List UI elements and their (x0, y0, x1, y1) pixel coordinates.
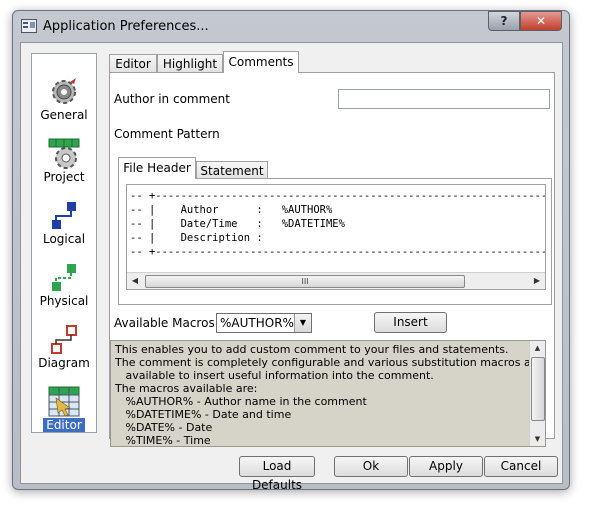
tab-editor[interactable]: Editor (109, 54, 157, 72)
help-button[interactable]: ? (488, 11, 520, 31)
load-defaults-button[interactable]: Load Defaults (239, 456, 315, 492)
nav-label-diagram: Diagram (38, 356, 90, 370)
scroll-thumb[interactable] (531, 357, 545, 421)
nav-label-logical: Logical (42, 232, 86, 246)
scroll-left-icon[interactable]: ◀ (127, 273, 143, 289)
nav-label-editor: Editor (43, 418, 85, 432)
description-line: The macros available are: (115, 382, 258, 395)
code-line: -- | Date/Time : %DATETIME% (130, 218, 345, 230)
description-line: %DATE% - Date (115, 421, 213, 434)
code-line: -- +------------------------------------… (130, 190, 546, 202)
description-line: %TIME% - Time (115, 434, 211, 447)
subtab-statement[interactable]: Statement (196, 161, 268, 179)
nav-label-project: Project (43, 170, 85, 184)
macro-selected-value: %AUTHOR% (220, 316, 294, 330)
scroll-up-icon[interactable]: ▲ (530, 341, 545, 355)
window-title: Application Preferences... (43, 19, 209, 34)
category-list: General Project Logical Physical Diagram… (31, 53, 97, 433)
title-bar[interactable]: Application Preferences... ? ✕ (13, 11, 569, 43)
comment-pattern-label: Comment Pattern (114, 127, 220, 141)
tab-highlight[interactable]: Highlight (157, 54, 223, 72)
close-button[interactable]: ✕ (520, 11, 562, 31)
physical-diagram-icon (52, 264, 76, 291)
scroll-right-icon[interactable]: ▶ (529, 273, 545, 289)
subtab-file-header[interactable]: File Header (118, 157, 196, 179)
chevron-down-icon[interactable]: ▼ (294, 314, 311, 332)
nav-item-project[interactable]: Project (32, 138, 96, 200)
cancel-button[interactable]: Cancel (484, 456, 558, 477)
diagram-icon (51, 325, 77, 354)
horizontal-scrollbar[interactable]: ◀ III ▶ (127, 272, 545, 289)
tab-comments[interactable]: Comments (223, 51, 299, 73)
nav-item-diagram[interactable]: Diagram (32, 324, 96, 386)
editor-grid-icon (48, 386, 80, 417)
insert-button[interactable]: Insert (374, 312, 447, 333)
preferences-window: Application Preferences... ? ✕ General P… (12, 10, 570, 492)
author-input[interactable] (338, 89, 550, 109)
vertical-scrollbar[interactable]: ▲ ▼ (529, 341, 545, 446)
description-line: This enables you to add custom comment t… (115, 343, 509, 356)
code-line: -- | Author : %AUTHOR% (130, 204, 333, 216)
nav-label-general: General (40, 108, 88, 122)
gear-icon (52, 78, 76, 104)
nav-item-physical[interactable]: Physical (32, 262, 96, 324)
logical-diagram-icon (52, 202, 76, 229)
author-label: Author in comment (114, 92, 230, 106)
ok-button[interactable]: Ok (334, 456, 408, 477)
file-header-panel: -- +------------------------------------… (118, 178, 552, 305)
macro-dropdown[interactable]: %AUTHOR% ▼ (216, 313, 312, 333)
comments-panel: Author in comment Comment Pattern File H… (109, 72, 555, 447)
available-macros-label: Available Macros (114, 316, 215, 330)
nav-item-general[interactable]: General (32, 76, 96, 138)
code-line: -- | Description : (130, 232, 263, 244)
description-line: The comment is completely configurable a… (115, 356, 542, 369)
app-icon (21, 19, 37, 33)
apply-button[interactable]: Apply (409, 456, 483, 477)
description-line: %DATETIME% - Date and time (115, 408, 292, 421)
nav-label-physical: Physical (39, 294, 89, 308)
nav-item-editor[interactable]: Editor (32, 386, 96, 448)
project-gear-icon (48, 138, 80, 169)
pattern-code: -- +------------------------------------… (130, 189, 546, 259)
nav-item-logical[interactable]: Logical (32, 200, 96, 262)
description-line: available to insert useful information i… (115, 369, 434, 382)
scroll-thumb[interactable]: III (145, 275, 465, 288)
code-line: -- +------------------------------------… (130, 246, 546, 258)
dialog-content: General Project Logical Physical Diagram… (20, 42, 563, 492)
description-line: %AUTHOR% - Author name in the comment (115, 395, 367, 408)
macro-description: This enables you to add custom comment t… (110, 340, 546, 447)
scroll-down-icon[interactable]: ▼ (530, 432, 545, 446)
comment-pattern-editor[interactable]: -- +------------------------------------… (126, 184, 546, 290)
